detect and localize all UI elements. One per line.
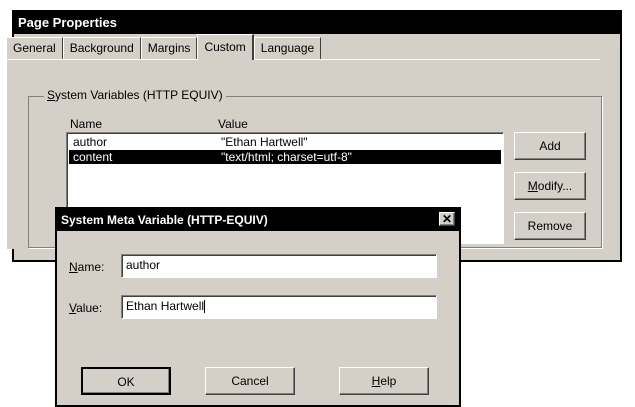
page-properties-title: Page Properties (18, 15, 117, 30)
value-field[interactable]: Ethan Hartwell (121, 295, 437, 319)
meta-dialog-title: System Meta Variable (HTTP-EQUIV) (61, 213, 268, 227)
column-header-name[interactable]: Name (70, 118, 102, 130)
system-variables-group-label: System Variables (HTTP EQUIV) (44, 88, 226, 102)
close-button[interactable]: ✕ (439, 212, 455, 226)
list-item[interactable]: author "Ethan Hartwell" (69, 135, 501, 149)
cancel-button[interactable]: Cancel (205, 367, 295, 395)
meta-dialog-title-bar[interactable]: System Meta Variable (HTTP-EQUIV) ✕ (57, 209, 459, 231)
text-caret (204, 300, 206, 314)
tab-general[interactable]: General (6, 37, 63, 59)
modify-button[interactable]: Modify... (514, 172, 586, 200)
add-button[interactable]: Add (514, 132, 586, 160)
list-item-selected[interactable]: content "text/html; charset=utf-8" (69, 150, 501, 164)
system-meta-variable-dialog: System Meta Variable (HTTP-EQUIV) ✕ Name… (55, 207, 461, 407)
variable-name: content (73, 150, 113, 164)
remove-button[interactable]: Remove (514, 212, 586, 240)
name-field[interactable]: author (121, 254, 437, 278)
page-properties-title-bar[interactable]: Page Properties (14, 12, 620, 34)
variable-name: author (73, 135, 108, 149)
value-label: Value: (69, 301, 103, 315)
tab-strip: General Background Margins Custom Langua… (6, 34, 322, 60)
help-button[interactable]: Help (339, 367, 429, 395)
tab-language[interactable]: Language (253, 37, 322, 59)
ok-button[interactable]: OK (81, 367, 171, 395)
column-header-value[interactable]: Value (218, 118, 248, 130)
tab-background[interactable]: Background (62, 37, 141, 59)
variable-value: "Ethan Hartwell" (221, 135, 308, 149)
variable-value: "text/html; charset=utf-8" (221, 150, 352, 164)
tab-custom[interactable]: Custom (197, 34, 254, 60)
tab-margins[interactable]: Margins (140, 37, 198, 59)
name-label: Name: (69, 260, 105, 274)
close-icon: ✕ (441, 212, 453, 226)
